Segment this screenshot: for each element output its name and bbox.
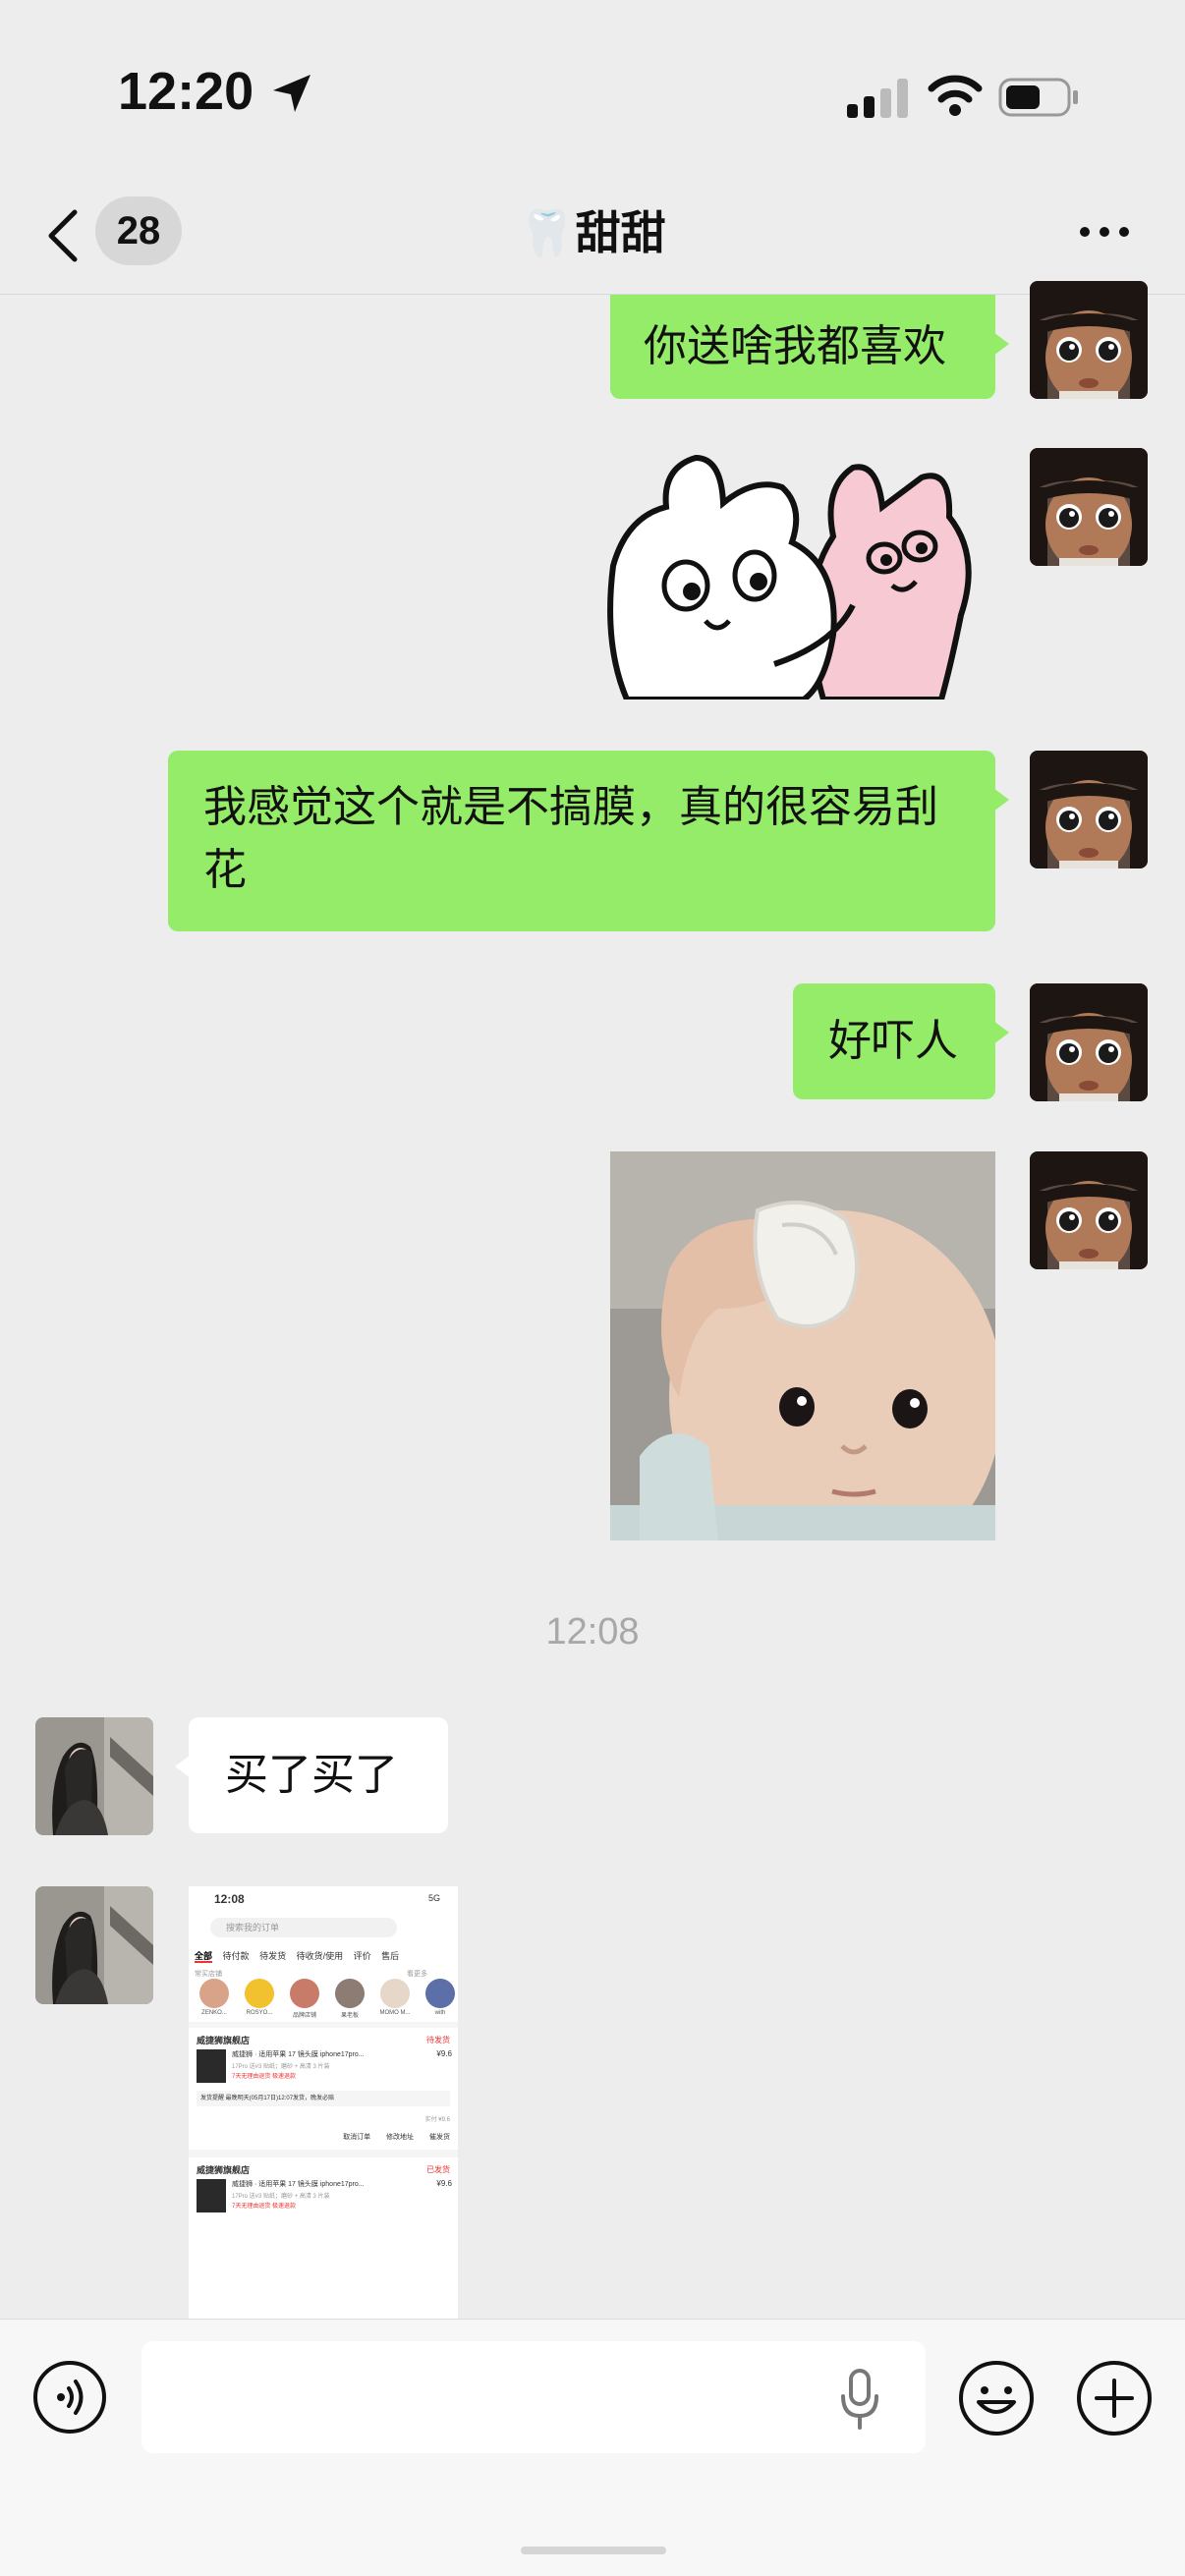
order-paid: 实付 ¥9.6	[424, 2117, 450, 2123]
screenshot-tab: 待付款	[222, 1951, 250, 1961]
order-card: 威捷狮旗舰店 已发货 威捷狮 · 适用苹果 17 镜头膜 iphone17pro…	[189, 2157, 458, 2319]
hugging-bunnies-sticker[interactable]	[607, 448, 992, 700]
store-item: ROSYO...	[240, 1979, 279, 2016]
screenshot-store-row: ZENKO... ROSYO... 品牌店铺 果老板 MOMO M... wit…	[195, 1979, 458, 2022]
store-name: 果老板	[340, 2013, 359, 2019]
screenshot-tab: 待收货/使用	[296, 1951, 344, 1961]
store-item: ZENKO...	[195, 1979, 234, 2016]
emoji-icon[interactable]	[957, 2359, 1036, 2437]
chat-timestamp: 12:08	[545, 1611, 640, 1652]
order-card: 威捷狮旗舰店 待发货 威捷狮 · 适用苹果 17 镜头膜 iphone17pro…	[189, 2028, 458, 2150]
chat-bubble-sent[interactable]: 你送啥我都喜欢	[610, 295, 1009, 399]
order-shop: 威捷狮旗舰店	[197, 2036, 251, 2045]
order-status: 待发货	[426, 2036, 450, 2044]
chat-bubble-sent[interactable]: 我感觉这个就是不搞膜，真的很容易刮花	[168, 751, 1009, 931]
screenshot-search: 搜索我的订单	[210, 1918, 397, 1937]
chat-bubble-sent[interactable]: 好吓人	[793, 983, 1009, 1099]
message-input[interactable]	[141, 2341, 926, 2453]
order-button: 取消订单	[343, 2134, 371, 2141]
order-title: 威捷狮 · 适用苹果 17 镜头膜 iphone17pro...	[232, 2051, 365, 2058]
screenshot-tab: 售后	[381, 1951, 400, 1961]
store-name: ROSYO...	[246, 2010, 273, 2016]
baby-wiping-forehead-sticker[interactable]	[610, 1151, 995, 1540]
store-name: MOMO M...	[379, 2010, 411, 2016]
screenshot-status-bar: 12:08 5G	[189, 1886, 458, 1912]
order-buttons: 取消订单 修改地址 催发货	[329, 2132, 450, 2142]
home-indicator	[521, 2547, 666, 2554]
order-spec: 17Pro 送#3 贴纸；磨砂 + 高清 3 片装	[232, 2064, 330, 2070]
screenshot-see-more: 看更多	[407, 1971, 427, 1978]
battery-icon	[998, 78, 1078, 117]
order-thumbnail	[197, 2049, 226, 2083]
order-promo: 7天无理由退货 极速退款	[232, 2074, 297, 2080]
voice-toggle-icon[interactable]	[31, 2359, 108, 2436]
screenshot-subheading: 常买店铺	[195, 1971, 222, 1978]
screenshot-tab: 待发货	[259, 1951, 287, 1961]
screenshot-tabs: 全部 待付款 待发货 待收货/使用 评价 售后	[195, 1949, 407, 1963]
chat-header: 28 🦷甜甜	[0, 177, 1185, 295]
chat-bubble-received[interactable]: 买了买了	[175, 1717, 448, 1833]
status-time: 12:20	[118, 62, 254, 121]
order-spec: 17Pro 送#3 贴纸；磨砂 + 高清 3 片装	[232, 2194, 330, 2200]
wifi-icon	[928, 75, 983, 116]
order-button: 修改地址	[386, 2134, 415, 2141]
more-dots-icon[interactable]	[1077, 222, 1132, 242]
message-input-bar	[0, 2319, 1185, 2576]
screenshot-network: 5G	[427, 1893, 440, 1903]
screenshot-time: 12:08	[214, 1892, 245, 1906]
store-item: with	[421, 1979, 458, 2016]
my-avatar[interactable]	[1030, 751, 1148, 868]
store-name: ZENKO...	[201, 2010, 227, 2016]
message-text: 我感觉这个就是不搞膜，真的很容易刮花	[203, 782, 938, 895]
screenshot-tab: 评价	[353, 1951, 371, 1961]
microphone-icon[interactable]	[835, 2367, 884, 2432]
order-thumbnail	[197, 2179, 226, 2212]
status-bar: 12:20	[0, 0, 1185, 177]
order-price: ¥9.6	[436, 2049, 452, 2058]
store-item: MOMO M...	[375, 1979, 415, 2016]
order-promo: 7天无理由退货 极速退款	[232, 2204, 297, 2210]
order-shop: 威捷狮旗舰店	[197, 2165, 251, 2175]
location-arrow-icon	[273, 75, 310, 112]
cellular-signal-icon	[847, 79, 908, 118]
contact-avatar[interactable]	[35, 1717, 153, 1835]
chat-title[interactable]: 🦷甜甜	[0, 201, 1185, 264]
store-item: 品牌店铺	[285, 1979, 324, 2019]
order-status: 已发货	[426, 2165, 450, 2174]
my-avatar[interactable]	[1030, 983, 1148, 1101]
my-avatar[interactable]	[1030, 448, 1148, 566]
order-button: 催发货	[429, 2134, 450, 2141]
store-name: with	[434, 2010, 446, 2016]
order-price: ¥9.6	[436, 2179, 452, 2188]
plus-icon[interactable]	[1075, 2359, 1154, 2437]
order-list-screenshot[interactable]: 12:08 5G 搜索我的订单 全部 待付款 待发货 待收货/使用 评价 售后 …	[189, 1886, 458, 2319]
message-text: 你送啥我都喜欢	[644, 321, 946, 371]
message-text: 买了买了	[225, 1750, 398, 1800]
order-title: 威捷狮 · 适用苹果 17 镜头膜 iphone17pro...	[232, 2181, 365, 2188]
store-name: 品牌店铺	[292, 2013, 316, 2019]
my-avatar[interactable]	[1030, 1151, 1148, 1269]
contact-avatar[interactable]	[35, 1886, 153, 2004]
store-item: 果老板	[330, 1979, 369, 2019]
screenshot-tab: 全部	[195, 1951, 213, 1963]
my-avatar[interactable]	[1030, 281, 1148, 399]
message-text: 好吓人	[828, 1016, 958, 1066]
order-note: 发货提醒 最晚明天(05月17日)12:07发货，晚发必赔	[197, 2091, 450, 2106]
